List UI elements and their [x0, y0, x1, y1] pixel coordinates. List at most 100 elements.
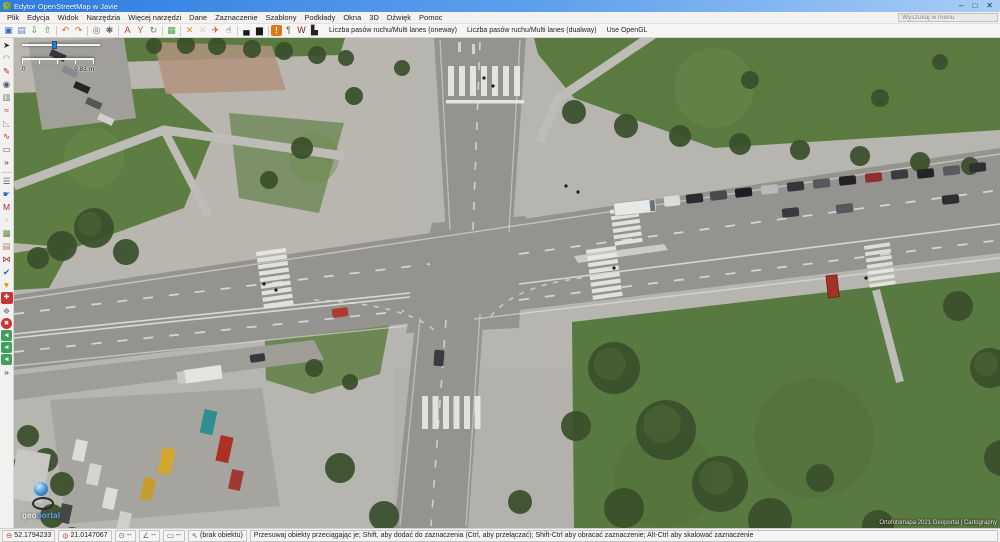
watermark-portal: portal	[36, 511, 61, 520]
menu-item[interactable]: Dźwięk	[383, 13, 415, 22]
lasso-tool[interactable]: ◠	[1, 52, 13, 64]
sidebar-separator[interactable]	[1, 170, 13, 174]
zoom-slider[interactable]	[22, 41, 100, 49]
aerial-imagery	[14, 38, 1000, 528]
menu-item[interactable]: Widok	[54, 13, 83, 22]
more-panels-button[interactable]: »	[1, 366, 13, 378]
car-icon-button[interactable]: ▄	[240, 24, 253, 37]
save-file-button[interactable]: ▤	[15, 24, 28, 37]
notes-toggle[interactable]: ✖	[1, 318, 12, 329]
close-button[interactable]: ✕	[986, 1, 993, 11]
mapillary-toggle[interactable]: M	[1, 201, 13, 213]
distance-icon: ▭	[166, 530, 175, 540]
improve-way-tool[interactable]: ∿	[1, 130, 13, 142]
maximize-button[interactable]: □	[972, 1, 977, 11]
undo-button[interactable]: ↶	[59, 24, 72, 37]
more-tools-button[interactable]: »	[1, 156, 13, 168]
clipboard-panel-toggle[interactable]: ▤	[1, 240, 13, 252]
distance-display: ▭ --	[162, 529, 185, 542]
toolbox-toggle[interactable]: ✚	[0, 292, 13, 304]
scale-start-label: 0	[22, 66, 26, 73]
angle-icon: ∠	[142, 530, 150, 540]
turn-restriction-tool-2[interactable]: ◄	[1, 342, 12, 353]
menu-item[interactable]: Szablony	[262, 13, 301, 22]
pan-hand-button[interactable]: ☝	[222, 24, 235, 37]
longitude-icon: ⊖	[61, 532, 71, 539]
zoom-to-selection-button[interactable]: ◎	[90, 24, 103, 37]
layers-panel-toggle[interactable]: ☰	[1, 175, 13, 187]
josm-logo-icon: ✕	[3, 2, 11, 10]
menu-item[interactable]: Narzędzia	[82, 13, 124, 22]
selected-object-display: ⇖ (brak obiektu)	[187, 529, 247, 542]
preferences-button[interactable]: ✱	[103, 24, 116, 37]
turn-restriction-tool-3[interactable]: ◄	[1, 354, 12, 365]
filter-toggle[interactable]: ▼	[1, 279, 13, 291]
multi-lanes-oneway-button[interactable]: Liczba pasów ruchu/Multi lanes (oneway)	[325, 26, 461, 35]
object-icon: ⇖	[191, 530, 198, 540]
mapdust-toggle[interactable]: ⋈	[1, 253, 13, 265]
zoom-slider-track	[22, 44, 100, 46]
main-toolbar: ▣ ▤ ⇩ ⇧ ↶ ↷ ◎ ✱ A Y ↻ ▦ ✕ ✕ ✈ ☝ ▄ ▆! ¶ W ▙ Liczba pasów ruch…	[0, 24, 1000, 38]
select-tool[interactable]: ➤	[1, 39, 13, 51]
geoportal-watermark: geoportal	[22, 482, 92, 520]
building-tool[interactable]: ▭	[1, 143, 13, 155]
scale-end-label: 9.83 m	[74, 66, 94, 73]
bus-shelter	[825, 274, 840, 299]
extrude-tool[interactable]: ◺	[1, 117, 13, 129]
use-opengl-button[interactable]: Use OpenGL	[603, 26, 652, 35]
tat-logo-button[interactable]: W	[295, 24, 308, 37]
geoportal-ball-icon	[34, 482, 48, 496]
josm-window: ✕ Edytor OpenStreetMap w Javie – □ ✕ Pli…	[0, 0, 1000, 542]
combine-tool-button[interactable]: ✈	[209, 24, 222, 37]
zoom-slider-handle[interactable]	[52, 41, 57, 49]
photo-panel-toggle[interactable]: ▩	[1, 227, 13, 239]
multi-lanes-dualway-button[interactable]: Liczba pasów ruchu/Multi lanes (dualway)	[463, 26, 601, 35]
minimize-button[interactable]: –	[959, 1, 963, 11]
toolbar-icons: ▣ ▤ ⇩ ⇧ ↶ ↷ ◎ ✱ A Y ↻ ▦ ✕ ✕ ✈ ☝ ▄ ▆! ¶ W ▙	[0, 24, 321, 38]
upload-data-button[interactable]: ⇧	[41, 24, 54, 37]
menu-search-input[interactable]	[898, 13, 998, 22]
restaurant-button[interactable]: ¶	[282, 24, 295, 37]
plugins-button[interactable]: ▦	[165, 24, 178, 37]
menu-item[interactable]: Pomoc	[415, 13, 446, 22]
menu-item[interactable]: Podkłady	[300, 13, 339, 22]
selection-panel-toggle[interactable]: ▫	[1, 214, 13, 226]
map-canvas[interactable]: 0 9.83 m geoportal Ortofotomapa 2021 Geo…	[14, 38, 1000, 528]
menu-item[interactable]: Zaznaczenie	[211, 13, 262, 22]
menu-items: Plik Edycja Widok Narzędzia Więcej narzędzi D…	[0, 13, 446, 22]
open-file-button[interactable]: ▣	[2, 24, 15, 37]
menu-item[interactable]: Edycja	[23, 13, 54, 22]
south-road-car	[433, 349, 445, 367]
delete-tool[interactable]: ▥	[1, 91, 13, 103]
menu-bar: Plik Edycja Widok Narzędzia Więcej narzędzi D…	[0, 12, 1000, 24]
scale-bar: 0 9.83 m	[22, 58, 94, 73]
menu-item[interactable]: Okna	[339, 13, 365, 22]
validator-toggle[interactable]: ✔	[1, 266, 13, 278]
heading-icon: ⊙	[118, 530, 125, 540]
menu-item[interactable]: Więcej narzędzi	[124, 13, 185, 22]
refresh-button[interactable]: ↻	[147, 24, 160, 37]
window-title: Edytor OpenStreetMap w Javie	[14, 1, 118, 11]
download-data-button[interactable]: ⇩	[28, 24, 41, 37]
imagery-attribution: Ortofotomapa 2021 Geoportal | Cartograph…	[879, 520, 997, 526]
menu-item[interactable]: Dane	[185, 13, 211, 22]
heading-display: ⊙ --	[114, 529, 136, 542]
longitude-display: ⊖ 21.0147067	[58, 529, 112, 542]
redo-button[interactable]: ↷	[72, 24, 85, 37]
bus-icon-button[interactable]: ▆	[253, 24, 266, 37]
latitude-icon: ⊖	[6, 530, 13, 540]
draw-node-tool[interactable]: ✎	[1, 65, 13, 77]
zoom-tool[interactable]: ◉	[1, 78, 13, 90]
merge-tool-button[interactable]: ✕	[183, 24, 196, 37]
factory-button[interactable]: ▙	[308, 24, 321, 37]
parallel-way-tool[interactable]: ≈	[1, 104, 13, 116]
unglue-tool-button[interactable]: ✕	[196, 24, 209, 37]
turn-restriction-tool-1[interactable]: ◄	[1, 330, 12, 341]
presets-button[interactable]: Y	[134, 24, 147, 37]
map-styles-button[interactable]: A	[121, 24, 134, 37]
menu-item[interactable]: Plik	[3, 13, 23, 22]
menu-item[interactable]: 3D	[365, 13, 383, 22]
pointer-panel-toggle[interactable]: ☛	[1, 188, 13, 200]
plugin-panel-toggle[interactable]: ❖	[1, 305, 13, 317]
warning-door-button[interactable]: !	[271, 25, 282, 36]
